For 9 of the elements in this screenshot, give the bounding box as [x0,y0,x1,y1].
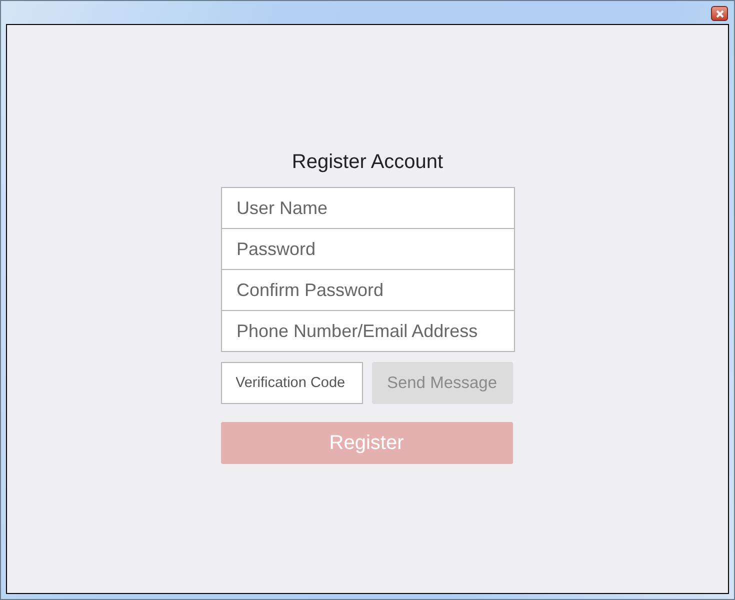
input-field[interactable]: Password [220,228,514,270]
close-button[interactable] [711,6,728,21]
close-icon [716,10,724,18]
input-field[interactable]: Phone Number/Email Address [220,310,514,352]
register-button[interactable]: Register [220,422,512,464]
input-field[interactable]: Confirm Password [220,269,514,311]
form-title: Register Account [292,150,444,175]
input-field[interactable]: User Name [220,187,514,229]
verification-code-field[interactable]: Verification Code [220,362,362,404]
